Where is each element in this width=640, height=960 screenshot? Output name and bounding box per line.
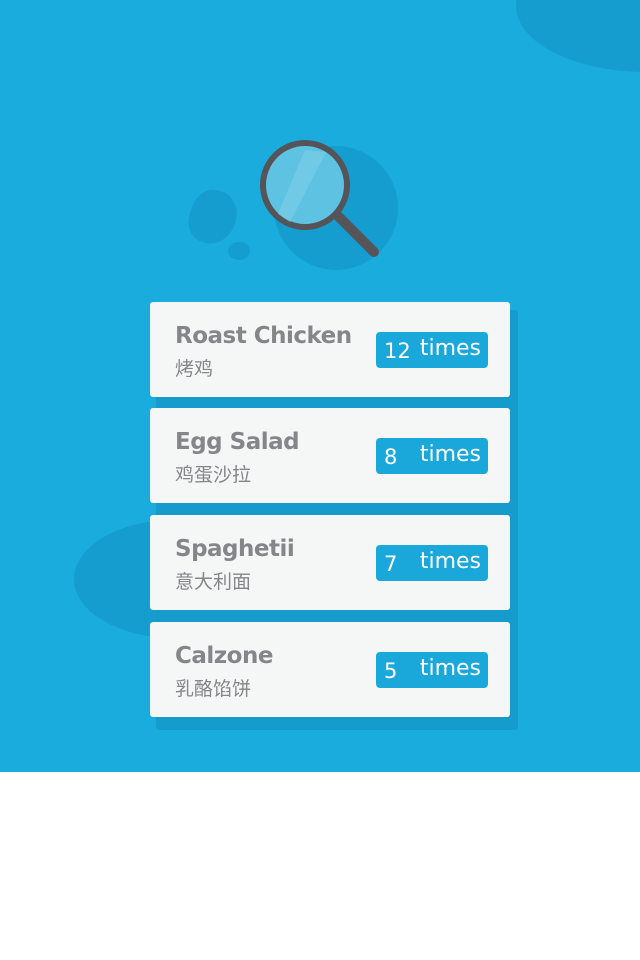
dish-name-zh: 烤鸡 — [175, 358, 214, 380]
count-unit: times — [419, 336, 481, 361]
count-value: 8 — [384, 445, 398, 469]
count-unit: times — [419, 549, 481, 574]
dish-name-zh: 意大利面 — [175, 571, 252, 593]
count-unit: times — [419, 442, 481, 467]
dish-name-zh: 乳酪馅饼 — [175, 678, 252, 700]
decorative-blob — [228, 242, 250, 260]
result-card[interactable]: Spaghetii 意大利面 7 times — [150, 515, 510, 610]
count-unit: times — [419, 656, 481, 681]
dish-name-en: Roast Chicken — [175, 323, 352, 349]
count-value: 12 — [384, 339, 411, 363]
count-value: 7 — [384, 552, 398, 576]
count-badge: 8 times — [376, 438, 488, 474]
count-value: 5 — [384, 659, 398, 683]
dish-name-en: Spaghetii — [175, 536, 295, 562]
dish-name-en: Egg Salad — [175, 429, 300, 455]
count-badge: 5 times — [376, 652, 488, 688]
result-card[interactable]: Calzone 乳酪馅饼 5 times — [150, 622, 510, 717]
result-card[interactable]: Roast Chicken 烤鸡 12 times — [150, 302, 510, 397]
dish-name-en: Calzone — [175, 643, 273, 669]
count-badge: 7 times — [376, 545, 488, 581]
count-badge: 12 times — [376, 332, 488, 368]
decorative-blob — [182, 184, 244, 250]
search-icon — [260, 140, 398, 270]
result-card[interactable]: Egg Salad 鸡蛋沙拉 8 times — [150, 408, 510, 503]
dish-name-zh: 鸡蛋沙拉 — [175, 464, 252, 486]
hero-background: Roast Chicken 烤鸡 12 times Egg Salad 鸡蛋沙拉… — [0, 0, 640, 772]
decorative-blob — [516, 0, 640, 72]
